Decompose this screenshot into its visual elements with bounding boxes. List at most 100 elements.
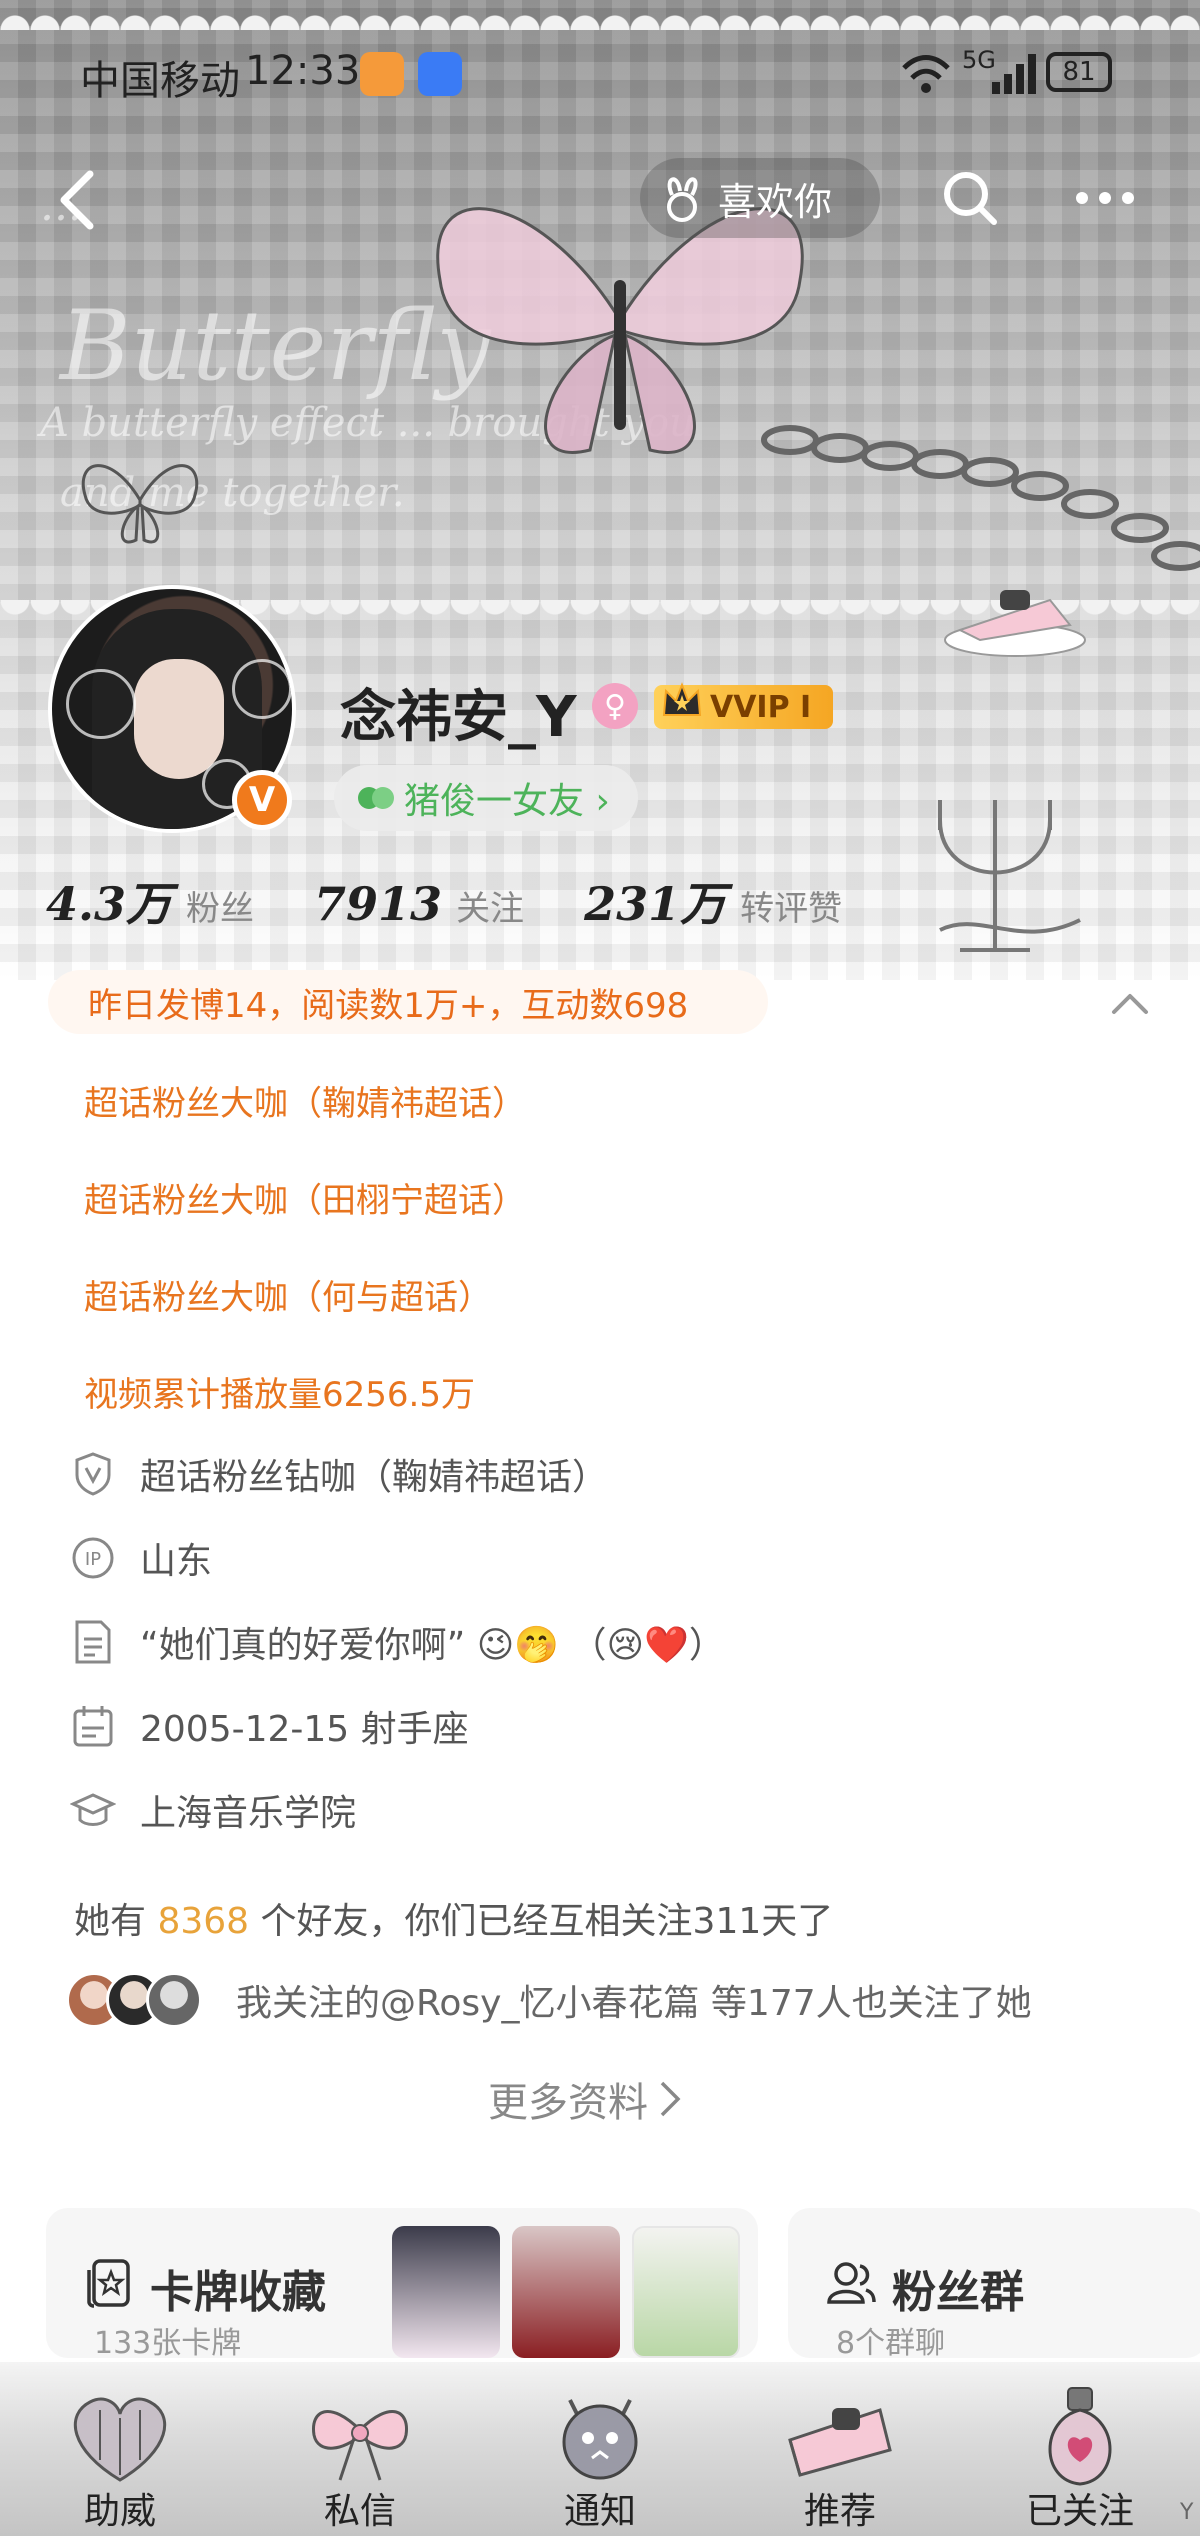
following-label[interactable]: 关注 [456,881,524,930]
friends-line[interactable]: 她有 8368 个好友，你们已经互相关注311天了 [74,1892,833,1944]
verified-badge: V [232,770,292,830]
birthday-text: 2005-12-15 射手座 [140,1709,469,1750]
video-plays: 视频累计播放量6256.5万 [84,1375,475,1415]
ribbon-bow-icon [312,2410,408,2481]
tab-following-label: 已关注 [1025,2491,1134,2532]
achievement-3[interactable]: 超话粉丝大咖（何与超话） [84,1270,492,1319]
school-text: 上海音乐学院 [140,1793,357,1834]
more-info-link[interactable]: 更多资料 [488,2070,682,2128]
achievement-2[interactable]: 超话粉丝大咖（田栩宁超话） [84,1173,526,1222]
calendar-icon [70,1703,116,1749]
friends-prefix: 她有 [74,1901,147,1942]
verified-letter: V [248,780,276,820]
female-gender-icon: ♀ [592,683,638,729]
followers-label[interactable]: 粉丝 [186,881,254,930]
carrier-label: 中国移动 [80,58,240,104]
following-count[interactable]: 7913 [314,877,442,931]
card-collection-count: 133张卡牌 [94,2326,242,2361]
document-icon [70,1619,116,1665]
status-bar: 中国移动 12:33 5G 81 [0,0,1200,140]
birthday-row: 2005-12-15 射手座 [70,1696,469,1756]
back-button[interactable] [36,160,116,240]
activity-summary: 昨日发博14，阅读数1万+，互动数698 [48,970,768,1034]
mutual-follows-text: 我关注的@Rosy_忆小春花篇 等177人也关注了她 [236,1983,1032,2024]
clock: 12:33 [245,48,361,94]
card-thumb-1[interactable] [392,2226,500,2358]
tab-messages-label: 私信 [323,2491,396,2532]
more-info-label: 更多资料 [488,2080,648,2126]
card-collection-icon [87,2259,130,2308]
fan-group-count: 8个群聊 [836,2326,946,2361]
perfume-bottle-icon [1048,2387,1112,2486]
tab-recommend-label: 推荐 [803,2491,876,2532]
svg-text:IP: IP [85,1549,101,1570]
ip-icon: IP [70,1535,116,1581]
tab-notifications-label: 通知 [563,2491,636,2532]
tab-cheer[interactable]: 助威 [0,2362,240,2536]
username: 念祎安_Y [340,685,577,750]
fan-group-title: 粉丝群 [892,2267,1024,2318]
profile-banner: ... Butterfly A butterfly effect ... bro… [0,0,1200,980]
vip-label: VVIP I [710,689,812,725]
battery-level: 81 [1062,57,1096,87]
like-label: 喜欢你 [718,179,833,224]
stats-row: 4.3万 粉丝 7913 关注 231万 转评赞 [46,868,902,934]
card-collection-title: 卡牌收藏 [150,2267,326,2318]
candelabra-decoration [938,800,1081,952]
school-row: 上海音乐学院 [70,1780,356,1840]
vip-badge[interactable]: VVIP I [654,682,834,729]
clover-icon [358,787,394,809]
engagement-count: 231万 [584,877,727,931]
wifi-icon [902,55,950,93]
fan-group-card[interactable]: 粉丝群 8个群聊 [788,2208,1200,2361]
tab-recommend[interactable]: 推荐 [720,2362,960,2536]
signal-icon [992,54,1036,94]
fan-group-icon [827,2262,876,2304]
search-button[interactable] [930,158,1010,238]
engagement-label: 转评赞 [740,889,843,929]
graduation-cap-icon [70,1787,116,1833]
cake-slice-icon [788,2408,892,2477]
back-arrow-icon [60,170,94,230]
small-butterfly-illustration [81,464,199,544]
achievement-1[interactable]: 超话粉丝大咖（鞠婧祎超话） [84,1076,526,1125]
tab-cheer-label: 助威 [83,2491,156,2532]
chain-decoration [761,425,1200,571]
app-market-icon [418,52,462,96]
search-icon [944,172,997,225]
badge-text: 超话粉丝钻咖（鞠婧祎超话） [140,1457,609,1498]
badge-row[interactable]: 超话粉丝钻咖（鞠婧祎超话） [70,1444,608,1504]
friends-suffix: 个好友，你们已经互相关注311天了 [260,1901,834,1942]
crown-icon [662,682,702,716]
group-chip[interactable]: 猪俊一女友 › [334,765,638,831]
like-you-button[interactable]: 喜欢你 [640,158,880,238]
bio-row: “她们真的好爱你啊” 😉🤭 （😢❤️） [70,1612,725,1672]
group-label: 猪俊一女友 › [404,781,610,822]
shield-v-icon [70,1451,116,1497]
more-dots-icon [1076,192,1134,204]
heart-cage-icon [73,2397,167,2482]
tab-following[interactable]: 已关注 [960,2362,1200,2536]
bio-text: “她们真的好爱你啊” 😉🤭 （😢❤️） [140,1625,725,1666]
card-thumb-3[interactable] [632,2226,740,2358]
cake-decoration [944,590,1086,657]
ip-location: 山东 [140,1541,213,1582]
tab-messages[interactable]: 私信 [240,2362,480,2536]
chevron-right-icon [660,2081,681,2117]
battery-icon: 81 [1046,52,1112,92]
bunny-icon [667,177,698,222]
home-indicator: Y [1180,2500,1194,2525]
card-thumb-2[interactable] [512,2226,620,2358]
friends-count[interactable]: 8368 [157,1901,249,1942]
followers-count[interactable]: 4.3万 [46,868,172,934]
chevron-up-icon[interactable] [1110,988,1150,1016]
mutual-follows-row[interactable]: 我关注的@Rosy_忆小春花篇 等177人也关注了她 [66,1970,1032,2030]
mutual-avatar-3 [146,1972,202,2028]
bottom-tab-bar: 助威 私信 通知 推荐 已关注 [0,2360,1200,2536]
more-options-button[interactable] [1060,158,1150,238]
tab-notifications[interactable]: 通知 [480,2362,720,2536]
ip-row: IP 山东 [70,1528,212,1588]
card-collection-card[interactable]: 卡牌收藏 133张卡牌 [46,2208,758,2361]
cat-clock-icon [562,2399,638,2480]
notification-app-icon [360,52,404,96]
